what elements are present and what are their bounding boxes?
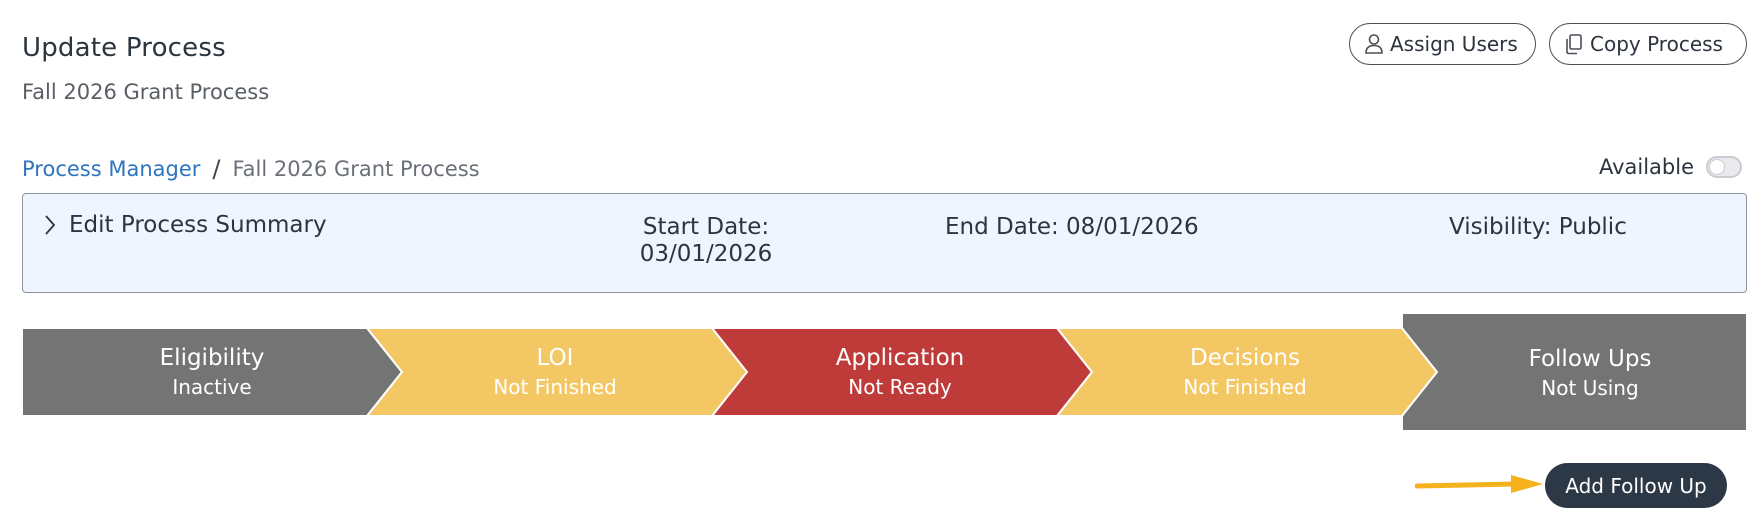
stage-decisions: Decisions Not Finished <box>1075 343 1415 401</box>
breadcrumb-process-manager-link[interactable]: Process Manager <box>22 157 200 181</box>
chevron-right-icon <box>45 215 56 235</box>
availability-control: Available <box>1599 155 1742 179</box>
stage-status: Not Using <box>1541 376 1639 400</box>
toggle-knob <box>1710 160 1724 174</box>
copy-icon <box>1566 34 1582 55</box>
stage-application: Application Not Ready <box>730 343 1070 401</box>
stage-loi: LOI Not Finished <box>385 343 725 401</box>
breadcrumb-current: Fall 2026 Grant Process <box>232 157 480 181</box>
pointer-arrow-icon <box>1415 475 1543 493</box>
breadcrumb: Process Manager / Fall 2026 Grant Proces… <box>22 155 480 183</box>
stage-status: Not Ready <box>848 375 952 399</box>
stage-name: Decisions <box>1190 345 1300 371</box>
user-icon <box>1365 34 1383 54</box>
end-date: End Date: 08/01/2026 <box>945 214 1199 240</box>
start-date-value: 03/01/2026 <box>639 241 773 267</box>
stage-name: Follow Ups <box>1528 346 1652 372</box>
stage-status: Inactive <box>172 375 252 399</box>
edit-process-summary-toggle[interactable]: Edit Process Summary <box>43 212 327 238</box>
process-name: Fall 2026 Grant Process <box>22 80 270 104</box>
page-title: Update Process <box>22 33 226 63</box>
process-summary-panel: Edit Process Summary Start Date: 03/01/2… <box>22 193 1747 293</box>
breadcrumb-separator: / <box>212 155 221 183</box>
copy-process-button[interactable]: Copy Process <box>1549 23 1747 65</box>
stage-name: LOI <box>536 345 574 371</box>
visibility: Visibility: Public <box>1449 214 1627 240</box>
assign-users-label: Assign Users <box>1390 32 1518 56</box>
stage-name: Application <box>835 345 965 371</box>
add-follow-up-button[interactable]: Add Follow Up <box>1545 463 1727 508</box>
edit-process-summary-label: Edit Process Summary <box>69 212 327 238</box>
start-date: Start Date: 03/01/2026 <box>631 214 781 268</box>
available-toggle[interactable] <box>1706 156 1742 178</box>
process-stage-pipeline: Eligibility Inactive LOI Not Finished Ap… <box>22 313 1747 437</box>
stage-status: Not Finished <box>493 375 617 399</box>
stage-follow-ups: Follow Ups Not Using <box>1420 344 1760 402</box>
stage-eligibility: Eligibility Inactive <box>42 343 382 401</box>
copy-process-label: Copy Process <box>1590 32 1723 56</box>
stage-name: Eligibility <box>159 345 265 371</box>
start-date-label: Start Date: <box>642 214 770 240</box>
stage-status: Not Finished <box>1183 375 1307 399</box>
available-label: Available <box>1598 155 1694 179</box>
assign-users-button[interactable]: Assign Users <box>1349 23 1536 65</box>
